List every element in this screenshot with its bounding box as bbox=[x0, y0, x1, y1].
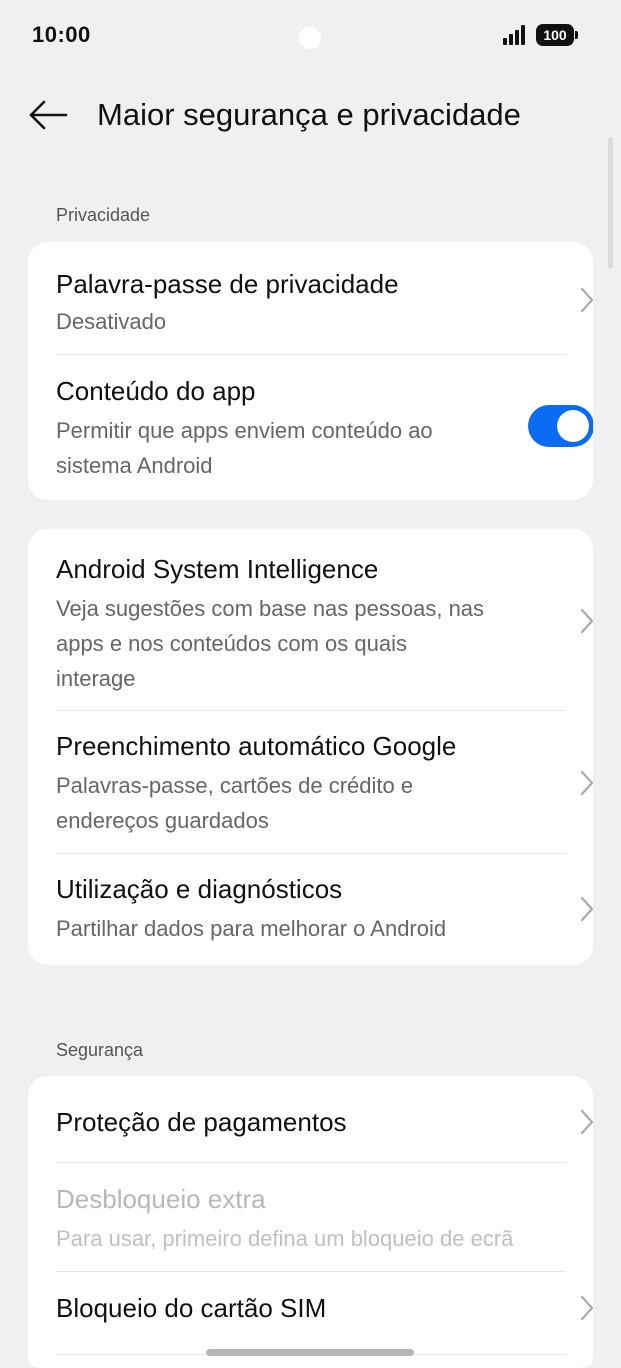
app-content-description: Permitir que apps enviem conteúdo ao sis… bbox=[56, 418, 433, 478]
screen: 10:00 100 Maior segurança e privacidade … bbox=[0, 0, 621, 1368]
section-label-privacy: Privacidade bbox=[56, 205, 151, 225]
battery-icon: 100 bbox=[536, 24, 578, 46]
asi-description: Veja sugestões com base nas pessoas, nas… bbox=[56, 596, 485, 691]
privacy-password-row[interactable]: Palavra-passe de privacidade Desativado bbox=[28, 242, 593, 354]
toggle-knob bbox=[557, 410, 589, 442]
section-label-security: Segurança bbox=[56, 1040, 144, 1060]
scrollbar[interactable] bbox=[608, 137, 613, 269]
app-content-toggle[interactable] bbox=[528, 405, 593, 447]
chevron-right-icon bbox=[580, 1295, 593, 1321]
privacy-card: Palavra-passe de privacidade Desativado … bbox=[28, 242, 593, 500]
chevron-right-icon bbox=[580, 287, 593, 313]
extra-unlock-title: Desbloqueio extra bbox=[56, 1184, 266, 1214]
chevron-right-icon bbox=[580, 608, 593, 634]
back-button[interactable] bbox=[28, 95, 70, 137]
payments-row[interactable]: Proteção de pagamentos bbox=[28, 1076, 593, 1162]
asi-title: Android System Intelligence bbox=[56, 554, 379, 584]
security-card: Proteção de pagamentos Desbloqueio extra… bbox=[28, 1076, 593, 1368]
privacy-password-title: Palavra-passe de privacidade bbox=[56, 269, 399, 299]
camera-cutout bbox=[299, 27, 321, 49]
extra-unlock-description: Para usar, primeiro defina um bloqueio d… bbox=[56, 1226, 514, 1251]
autofill-description: Palavras-passe, cartões de crédito e end… bbox=[56, 773, 414, 833]
services-card: Android System Intelligence Veja sugestõ… bbox=[28, 529, 593, 965]
autofill-row[interactable]: Preenchimento automático Google Palavras… bbox=[28, 711, 593, 853]
privacy-password-status: Desativado bbox=[56, 309, 167, 334]
asi-row[interactable]: Android System Intelligence Veja sugestõ… bbox=[28, 529, 593, 710]
extra-unlock-row: Desbloqueio extra Para usar, primeiro de… bbox=[28, 1163, 593, 1271]
chevron-right-icon bbox=[580, 1109, 593, 1135]
arrow-left-icon bbox=[29, 100, 68, 130]
signal-icon bbox=[503, 25, 525, 45]
battery-level: 100 bbox=[543, 27, 567, 43]
chevron-right-icon bbox=[580, 896, 593, 922]
sim-lock-title: Bloqueio do cartão SIM bbox=[56, 1293, 327, 1323]
sim-lock-row[interactable]: Bloqueio do cartão SIM bbox=[28, 1272, 593, 1354]
app-content-row[interactable]: Conteúdo do app Permitir que apps enviem… bbox=[28, 355, 593, 500]
diagnostics-description: Partilhar dados para melhorar o Android bbox=[56, 916, 447, 941]
diagnostics-title: Utilização e diagnósticos bbox=[56, 874, 343, 904]
app-content-title: Conteúdo do app bbox=[56, 376, 256, 406]
diagnostics-row[interactable]: Utilização e diagnósticos Partilhar dado… bbox=[28, 854, 593, 965]
home-indicator[interactable] bbox=[206, 1349, 414, 1356]
chevron-right-icon bbox=[580, 770, 593, 796]
status-time: 10:00 bbox=[32, 22, 91, 47]
payments-title: Proteção de pagamentos bbox=[56, 1107, 347, 1137]
page-title: Maior segurança e privacidade bbox=[97, 97, 521, 132]
autofill-title: Preenchimento automático Google bbox=[56, 731, 457, 761]
